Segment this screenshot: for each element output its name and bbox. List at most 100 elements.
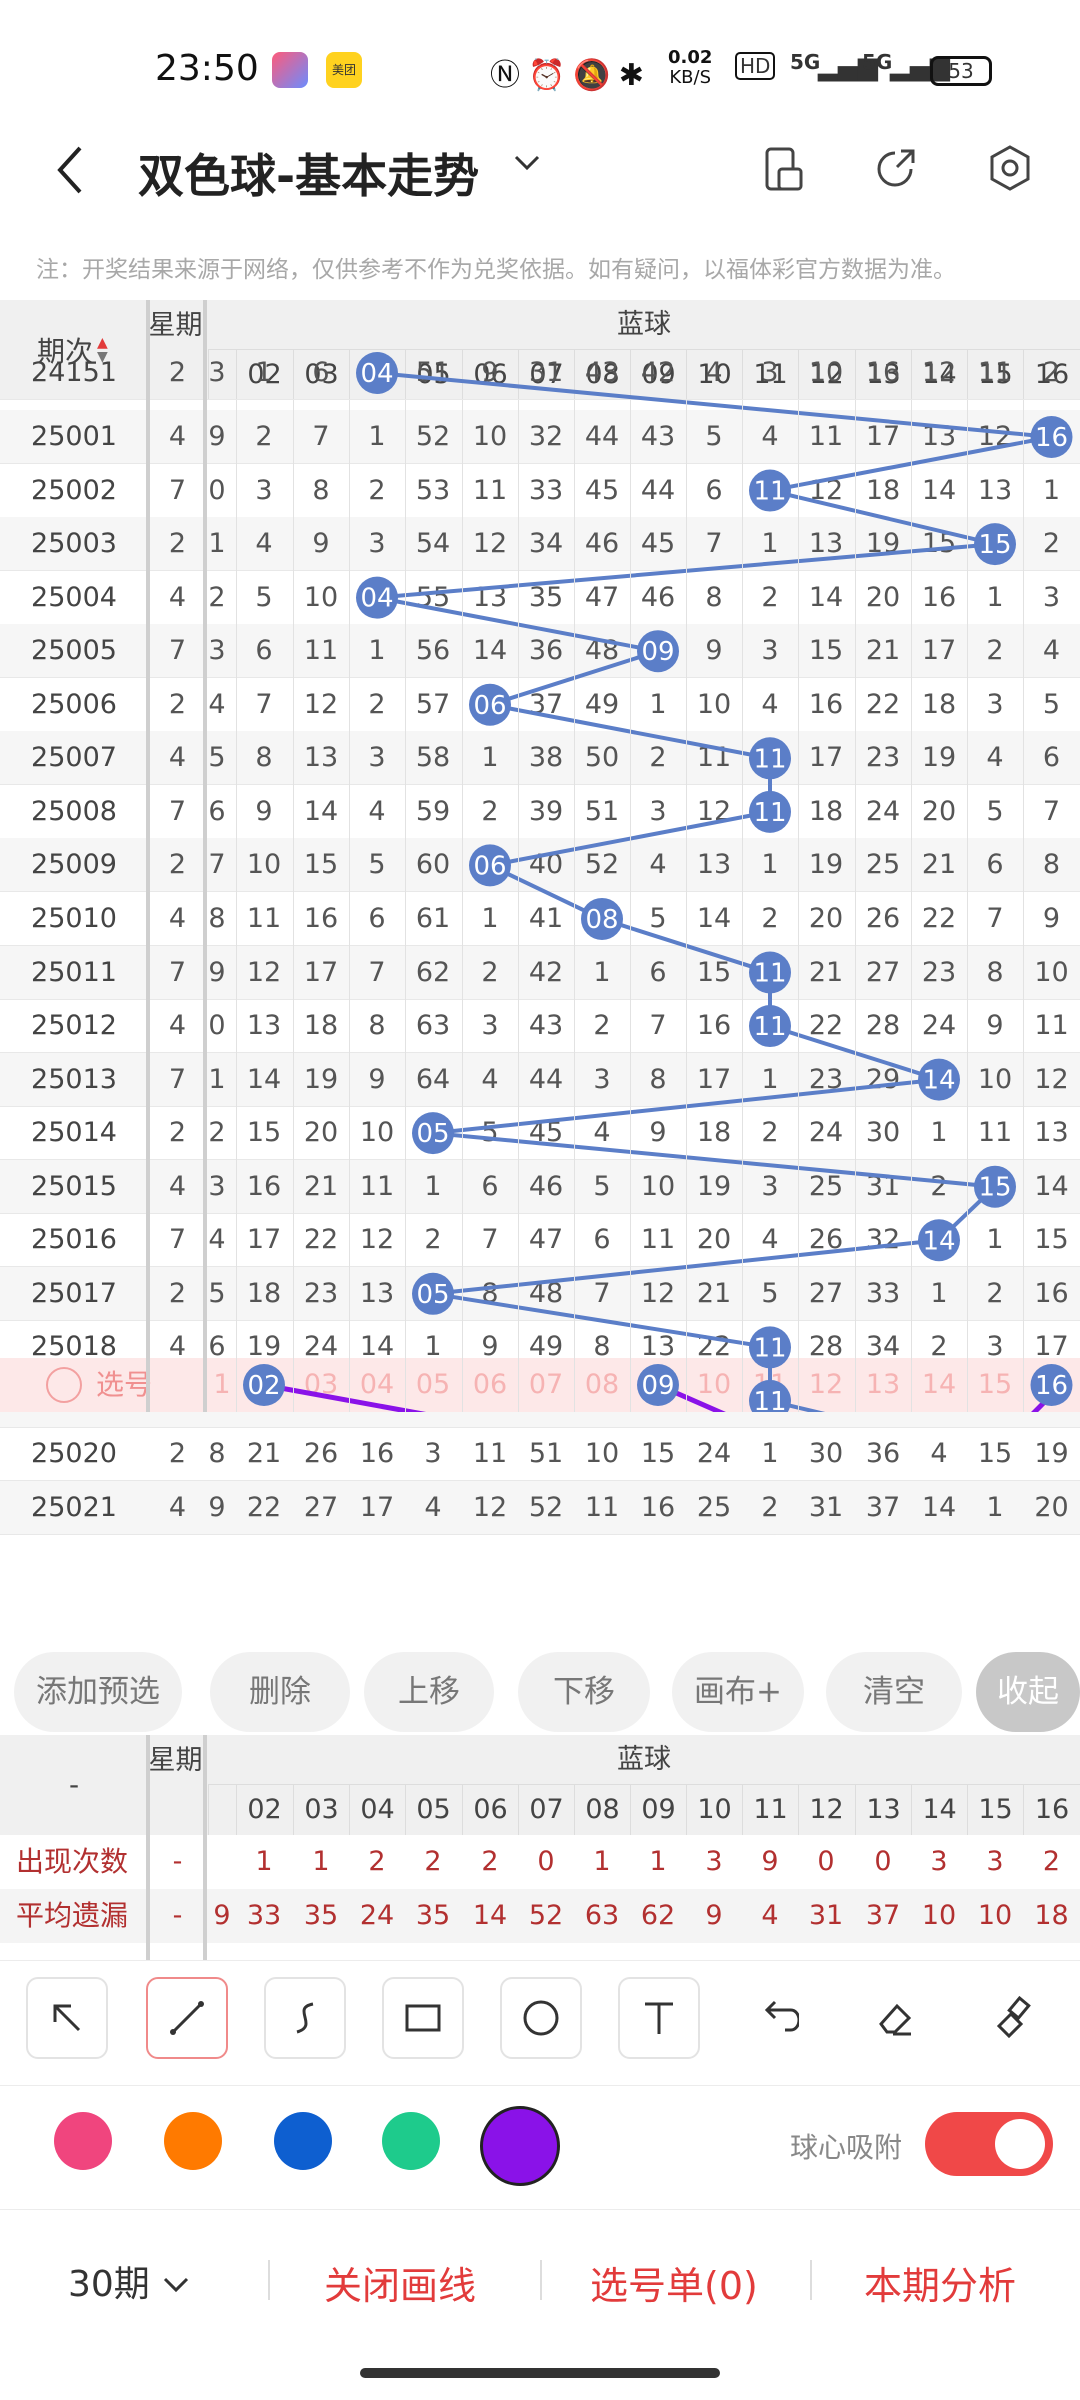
miss-count-cell: 12 [472, 1492, 508, 1523]
stats-value: 2 [481, 1846, 499, 1877]
column-divider [146, 1735, 150, 1960]
blue-column-12: 12 [798, 1785, 854, 1835]
curve-icon[interactable] [264, 1977, 346, 2059]
table-row[interactable]: 25021 4 9 22 27 17 4 12 52 11 16 25 2 31 37 14 1 20 [0, 1481, 1080, 1535]
back-button[interactable] [50, 142, 90, 198]
grid-line [462, 400, 463, 1412]
blue-column-16: 16 [1023, 1785, 1080, 1835]
blue-ball[interactable]: 14 [918, 1058, 960, 1101]
ball-number: 11 [753, 477, 786, 507]
blue-ball[interactable]: 11 [749, 1379, 791, 1412]
miss-count-cell: 22 [246, 1492, 282, 1523]
miss-count-cell: 37 [865, 1492, 901, 1523]
drawing-toolbar [0, 1960, 1080, 2080]
stats-header: - 星期 蓝球 02 03 04 05 06 07 08 09 10 11 12 13 14 15 16 [0, 1735, 1080, 1835]
blue-ball[interactable]: 04 [356, 352, 398, 394]
share-icon[interactable] [866, 138, 926, 198]
color-swatch[interactable] [274, 2112, 332, 2170]
stats-value: 24 [359, 1900, 395, 1931]
add-preselect-button[interactable]: 添加预选 [14, 1652, 182, 1732]
miss-count-cell: 27 [303, 1492, 339, 1523]
blue-ball[interactable]: 08 [581, 897, 623, 940]
ball-number: 16 [1035, 423, 1068, 453]
bottom-bar: 30期 关闭画线 选号单(0) 本期分析 [0, 2210, 1080, 2360]
blue-ball[interactable]: 16 [1030, 416, 1073, 458]
stats-row: 平均遗漏 -9 33 35 24 35 14 52 63 62 9 4 31 37 10 10 18 [0, 1889, 1080, 1943]
color-swatch[interactable] [54, 2112, 112, 2170]
drawn-line[interactable] [263, 1382, 939, 1412]
stats-value: 1 [593, 1846, 611, 1877]
collapse-button[interactable]: 收起 [976, 1652, 1080, 1732]
undo-icon[interactable] [736, 1977, 818, 2059]
canvas-plus-button[interactable]: 画布+ [672, 1652, 804, 1732]
selected-ball[interactable]: 09 [637, 1364, 679, 1406]
page-title[interactable]: 双色球-基本走势 [138, 140, 479, 206]
delete-button[interactable]: 删除 [210, 1652, 350, 1732]
blue-ball[interactable]: 11 [749, 1326, 791, 1369]
blue-ball[interactable]: 11 [749, 790, 791, 833]
table-row[interactable]: 25020 2 8 21 26 16 3 11 51 10 15 24 1 30 36 4 15 19 [0, 1427, 1080, 1482]
miss-count-cell: 20 [1034, 1492, 1069, 1523]
stats-value: 37 [865, 1900, 901, 1931]
clear-brush-icon[interactable] [972, 1977, 1054, 2059]
chevron-down-icon [161, 2264, 191, 2305]
rectangle-icon[interactable] [382, 1977, 464, 2059]
ball-number: 09 [641, 1371, 674, 1401]
settings-icon[interactable] [980, 138, 1040, 198]
arrow-icon[interactable] [26, 1977, 108, 2059]
selected-ball[interactable]: 02 [243, 1364, 285, 1406]
text-icon[interactable] [618, 1977, 700, 2059]
blue-ball[interactable]: 06 [469, 844, 511, 887]
stats-value: 9 [213, 1900, 231, 1931]
home-indicator[interactable] [360, 2368, 720, 2378]
miss-count-cell: 51 [528, 1438, 564, 1470]
stats-value: 31 [808, 1900, 844, 1931]
move-down-button[interactable]: 下移 [518, 1652, 650, 1732]
miss-count-cell: 24 [696, 1438, 732, 1470]
column-divider [203, 1735, 207, 1960]
ball-number: 14 [922, 1226, 955, 1256]
miss-count-cell: 2 [761, 1492, 779, 1523]
grid-line [236, 400, 237, 1412]
clear-button[interactable]: 清空 [826, 1652, 962, 1732]
notification-app-icon [272, 52, 308, 88]
blue-ball[interactable]: 06 [469, 683, 511, 726]
blue-ball[interactable]: 05 [412, 1112, 454, 1155]
close-drawing-button[interactable]: 关闭画线 [324, 2255, 476, 2310]
color-swatch[interactable] [382, 2112, 440, 2170]
blue-ball[interactable]: 11 [749, 469, 791, 512]
blue-ball[interactable]: 15 [974, 523, 1016, 566]
blue-ball[interactable]: 14 [918, 1219, 960, 1262]
selected-ball[interactable]: 16 [1030, 1364, 1073, 1406]
color-swatch[interactable] [164, 2112, 222, 2170]
grid-line [742, 400, 743, 1412]
chevron-down-icon[interactable] [512, 146, 542, 186]
blue-ball[interactable]: 09 [637, 630, 679, 673]
color-swatch[interactable] [480, 2106, 560, 2186]
period-select[interactable]: 30期 [68, 2255, 191, 2307]
line-icon[interactable] [146, 1977, 228, 2059]
analysis-button[interactable]: 本期分析 [864, 2255, 1016, 2310]
miss-count-cell: 17 [359, 1492, 395, 1523]
stats-label: 平均遗漏 [16, 1899, 129, 1932]
stats-value: 0 [874, 1846, 892, 1877]
snap-toggle[interactable] [925, 2112, 1053, 2176]
stats-value: 52 [528, 1900, 564, 1931]
selection-list-button[interactable]: 选号单(0) [590, 2255, 758, 2310]
blue-column-14: 14 [911, 1785, 967, 1835]
rotate-screen-icon[interactable] [752, 138, 812, 198]
blue-ball[interactable]: 11 [749, 951, 791, 994]
stats-value: 35 [415, 1900, 451, 1931]
blue-ball[interactable]: 15 [974, 1165, 1016, 1208]
miss-count-cell: 9 [208, 1492, 226, 1523]
blue-ball[interactable]: 11 [749, 1005, 791, 1048]
blue-ball[interactable]: 05 [412, 1272, 454, 1315]
blue-ball[interactable]: 04 [356, 576, 398, 619]
move-up-button[interactable]: 上移 [364, 1652, 494, 1732]
ball-number: 08 [585, 905, 618, 935]
circle-icon[interactable] [500, 1977, 582, 2059]
divider [540, 2260, 542, 2300]
blue-ball[interactable]: 11 [749, 737, 791, 780]
eraser-icon[interactable] [854, 1977, 936, 2059]
app-header: 双色球-基本走势 [0, 120, 1080, 220]
